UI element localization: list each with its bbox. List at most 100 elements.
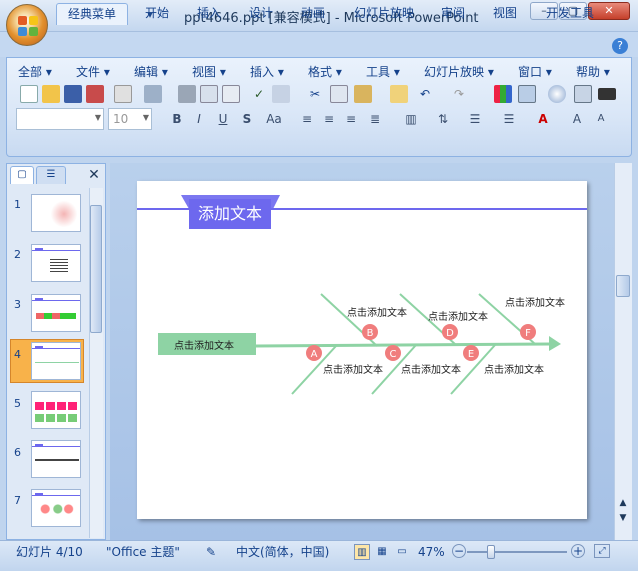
zoom-out-icon[interactable]: − [452, 544, 466, 558]
text-direction-icon[interactable]: ⇅ [434, 110, 452, 128]
format-painter-icon[interactable] [390, 85, 408, 103]
save-file-icon[interactable] [64, 85, 82, 103]
color-grayscale-icon[interactable] [598, 88, 616, 100]
tab-home[interactable]: 开始 [136, 3, 178, 25]
redo-toolbar-icon[interactable]: ↷ [450, 85, 468, 103]
slide-sorter-icon[interactable]: ▦ [374, 544, 390, 560]
menu-help[interactable]: 帮助 ▾ [576, 64, 610, 80]
editor-scrollbar[interactable] [614, 163, 632, 540]
globe-icon[interactable] [548, 85, 566, 103]
shrink-font-icon[interactable]: A [592, 110, 610, 128]
permission-icon[interactable] [114, 85, 132, 103]
underline-button[interactable]: U [214, 110, 232, 128]
attach-icon[interactable] [144, 85, 162, 103]
slide-thumbnail-5[interactable] [31, 391, 81, 429]
fit-to-window-icon[interactable]: ⤢ [594, 544, 610, 558]
slide-thumbnail-3[interactable] [31, 294, 81, 332]
change-case-button[interactable]: Aa [262, 110, 286, 128]
copy-icon[interactable] [330, 85, 348, 103]
align-center-icon[interactable]: ≡ [320, 110, 338, 128]
tab-view[interactable]: 视图 [484, 3, 526, 25]
font-size-select[interactable]: 10 ▼ [108, 108, 152, 130]
italic-button[interactable]: I [190, 110, 208, 128]
columns-icon[interactable]: ▥ [402, 110, 420, 128]
tab-animation[interactable]: 动画 [292, 3, 334, 25]
menu-window[interactable]: 窗口 ▾ [518, 64, 552, 80]
slide-number: 1 [14, 198, 21, 211]
zoom-in-icon[interactable]: + [571, 544, 585, 558]
tab-outline[interactable]: ☰ [36, 166, 66, 184]
branch-label-a: 点击添加文本 [323, 363, 383, 376]
tab-classic-menu[interactable]: 经典菜单 [56, 3, 128, 25]
menu-edit[interactable]: 编辑 ▾ [134, 64, 168, 80]
align-left-icon[interactable]: ≡ [298, 110, 316, 128]
help-icon[interactable]: ? [612, 38, 628, 54]
slide-icon[interactable] [222, 85, 240, 103]
numbering-icon[interactable]: ☰ [466, 110, 484, 128]
table-icon[interactable] [518, 85, 536, 103]
slide-thumbnail-2[interactable] [31, 244, 81, 282]
new-document-icon[interactable] [20, 85, 38, 103]
grow-font-icon[interactable]: A [568, 110, 586, 128]
chart-icon[interactable] [494, 85, 512, 103]
branch-label-e: 点击添加文本 [484, 363, 544, 376]
panel-close-icon[interactable]: ✕ [86, 167, 102, 183]
language-status[interactable]: 中文(简体，中国) [236, 544, 329, 560]
bullets-icon[interactable]: ☰ [500, 110, 518, 128]
tab-insert[interactable]: 插入 [188, 3, 230, 25]
tab-slides[interactable]: ▢ [10, 166, 34, 184]
marker-letter: F [525, 328, 531, 339]
shadow-button[interactable]: S [238, 110, 256, 128]
tab-review[interactable]: 审阅 [432, 3, 474, 25]
undo-toolbar-icon[interactable]: ↶ [416, 85, 434, 103]
grid-icon[interactable] [574, 85, 592, 103]
tab-slideshow[interactable]: 幻灯片放映 [346, 3, 422, 25]
zoom-level[interactable]: 47% [418, 544, 445, 560]
editor-scroll-thumb[interactable] [616, 275, 630, 297]
slide-title[interactable]: 添加文本 [198, 204, 262, 223]
paste-icon[interactable] [354, 85, 372, 103]
panel-scroll-thumb[interactable] [90, 205, 102, 333]
printer-icon[interactable] [178, 85, 196, 103]
slide-thumbnail-7[interactable] [31, 489, 81, 527]
justify-icon[interactable]: ≣ [366, 110, 384, 128]
slide-thumbnail-1[interactable] [31, 194, 81, 232]
spellcheck-status-icon[interactable]: ✎ [202, 544, 220, 560]
menu-slideshow[interactable]: 幻灯片放映 ▾ [424, 64, 494, 80]
spellcheck-icon[interactable]: ✓ [250, 85, 268, 103]
open-folder-icon[interactable] [42, 85, 60, 103]
print-preview-icon[interactable] [86, 85, 104, 103]
slide-canvas[interactable]: 添加文本 点击添加文本 A B C D E F 点击添加文本 点击添加文本 点击… [137, 181, 587, 519]
bold-button[interactable]: B [168, 110, 186, 128]
align-right-icon[interactable]: ≡ [342, 110, 360, 128]
zoom-slider-track[interactable] [467, 551, 567, 553]
cut-icon[interactable]: ✂ [306, 85, 324, 103]
menu-file[interactable]: 文件 ▾ [76, 64, 110, 80]
menu-insert[interactable]: 插入 ▾ [250, 64, 284, 80]
font-color-icon[interactable]: A [534, 110, 552, 128]
marker-letter: E [468, 349, 474, 360]
font-name-select[interactable]: ▼ [16, 108, 104, 130]
tab-design[interactable]: 设计 [240, 3, 282, 25]
office-button[interactable] [6, 4, 48, 46]
tab-developer[interactable]: 开发工具 [538, 3, 602, 25]
slide-thumbnail-6[interactable] [31, 440, 81, 478]
menu-all[interactable]: 全部 ▾ [18, 64, 52, 80]
marker-letter: D [446, 328, 454, 339]
slideshow-view-icon[interactable]: ▭ [394, 544, 410, 560]
slide-number: 5 [14, 397, 21, 410]
slide-thumbnail-4[interactable] [31, 342, 81, 380]
menu-view[interactable]: 视图 ▾ [192, 64, 226, 80]
menu-format[interactable]: 格式 ▾ [308, 64, 342, 80]
spine-arrow [549, 336, 561, 351]
theme-name[interactable]: "Office 主题" [106, 544, 180, 560]
preview-icon[interactable] [200, 85, 218, 103]
next-slide-icon[interactable]: ▼ [616, 512, 630, 524]
menu-tools[interactable]: 工具 ▾ [366, 64, 400, 80]
office-logo-icon [18, 16, 38, 36]
normal-view-icon[interactable]: ▥ [354, 544, 370, 560]
prev-slide-icon[interactable]: ▲ [616, 497, 630, 509]
head-label[interactable]: 点击添加文本 [174, 339, 234, 352]
zoom-slider-knob[interactable] [487, 545, 495, 559]
research-icon[interactable] [272, 85, 290, 103]
